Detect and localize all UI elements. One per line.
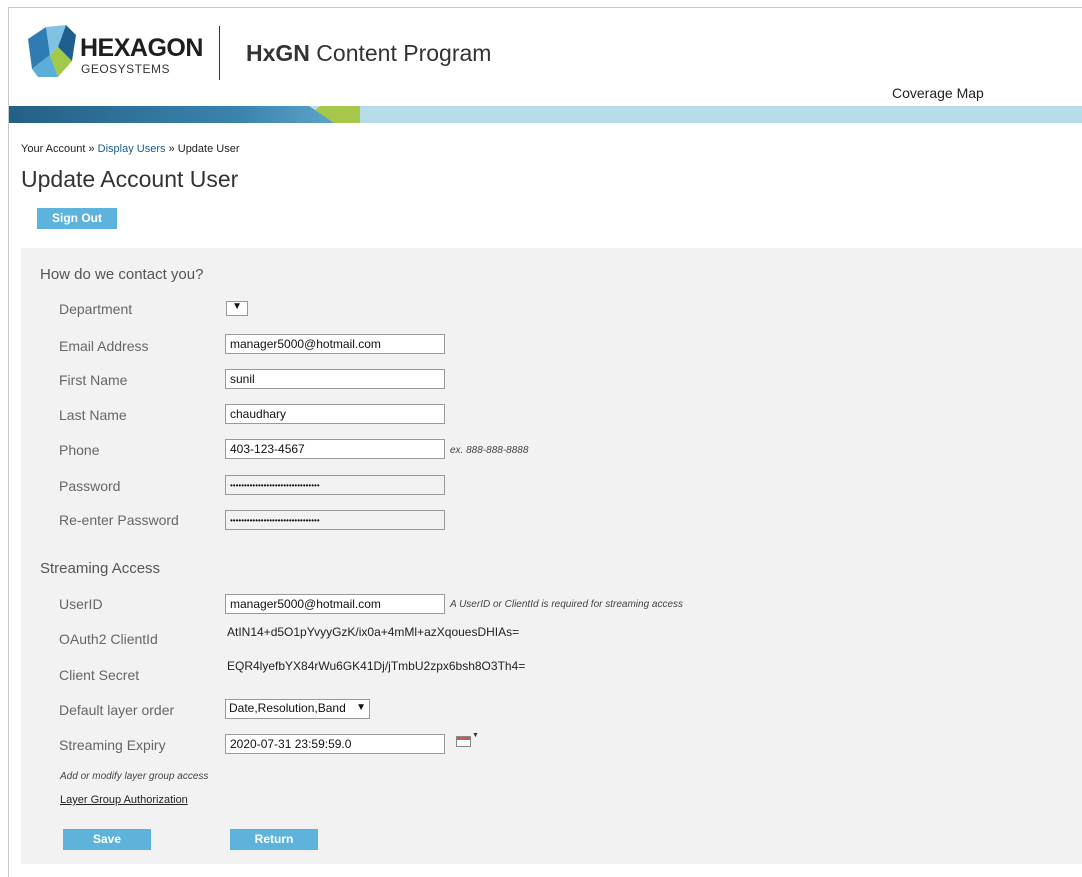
hexagon-logo[interactable]: HEXAGON GEOSYSTEMS [28, 25, 208, 81]
hexagon-logo-icon [28, 25, 76, 77]
layer-order-select[interactable]: Date,Resolution,Band ▼ [225, 699, 370, 719]
first-name-field[interactable] [225, 369, 445, 389]
password-field[interactable] [225, 475, 445, 495]
logo-name: HEXAGON [80, 34, 203, 62]
breadcrumb-update-user: Update User [177, 143, 240, 155]
breadcrumb-your-account: Your Account [21, 143, 86, 155]
breadcrumb-display-users[interactable]: Display Users [98, 143, 166, 155]
program-title-rest: Content Program [309, 40, 492, 66]
header-divider [219, 26, 220, 80]
client-secret-value: EQR4lyefbYX84rWu6GK41Dj/jTmbU2zpx6bsh8O3… [227, 659, 526, 673]
email-field[interactable] [225, 334, 445, 354]
program-title-bold: HxGN [246, 40, 310, 66]
chevron-down-icon: ▼ [356, 702, 366, 713]
layer-order-value: Date,Resolution,Band [229, 701, 346, 715]
clientid-label: OAuth2 ClientId [59, 631, 158, 647]
streaming-heading: Streaming Access [40, 560, 161, 577]
last-name-label: Last Name [59, 407, 127, 423]
first-name-label: First Name [59, 372, 128, 388]
calendar-icon[interactable] [456, 736, 471, 747]
phone-hint: ex. 888-888-8888 [450, 445, 529, 456]
last-name-field[interactable] [225, 404, 445, 424]
department-select[interactable]: ▼ [226, 301, 248, 316]
logo-subtitle: GEOSYSTEMS [81, 62, 171, 76]
breadcrumb-separator: » [85, 143, 98, 155]
chevron-down-icon: ▼ [232, 301, 242, 312]
save-button[interactable]: Save [63, 829, 151, 850]
breadcrumb: Your Account » Display Users » Update Us… [21, 143, 240, 155]
phone-label: Phone [59, 442, 100, 458]
page-title: Update Account User [21, 166, 239, 192]
layer-group-note: Add or modify layer group access [60, 771, 209, 782]
calendar-dropdown-icon[interactable]: ▼ [472, 732, 479, 739]
breadcrumb-separator: » [165, 143, 178, 155]
userid-label: UserID [59, 596, 103, 612]
contact-heading: How do we contact you? [40, 266, 204, 283]
streaming-expiry-field[interactable] [225, 734, 445, 754]
department-label: Department [59, 301, 133, 317]
phone-field[interactable] [225, 439, 445, 459]
userid-field[interactable] [225, 594, 445, 614]
reenter-password-field[interactable] [225, 510, 445, 530]
sign-out-button[interactable]: Sign Out [37, 208, 117, 229]
streaming-expiry-label: Streaming Expiry [59, 737, 166, 753]
client-secret-label: Client Secret [59, 667, 140, 683]
return-button[interactable]: Return [230, 829, 318, 850]
program-title: HxGN Content Program [246, 40, 491, 67]
header-band-dark [9, 106, 334, 123]
userid-hint: A UserID or ClientId is required for str… [450, 599, 684, 610]
layer-group-authorization-link[interactable]: Layer Group Authorization [60, 794, 188, 806]
password-label: Password [59, 478, 121, 494]
email-label: Email Address [59, 338, 149, 354]
clientid-value: AtIN14+d5O1pYvyyGzK/ix0a+4mMl+azXqouesDH… [227, 625, 520, 639]
form-panel: How do we contact you? Department ▼ Emai… [21, 248, 1082, 864]
coverage-map-link[interactable]: Coverage Map [892, 85, 984, 101]
layer-order-label: Default layer order [59, 702, 175, 718]
reenter-password-label: Re-enter Password [59, 512, 179, 528]
